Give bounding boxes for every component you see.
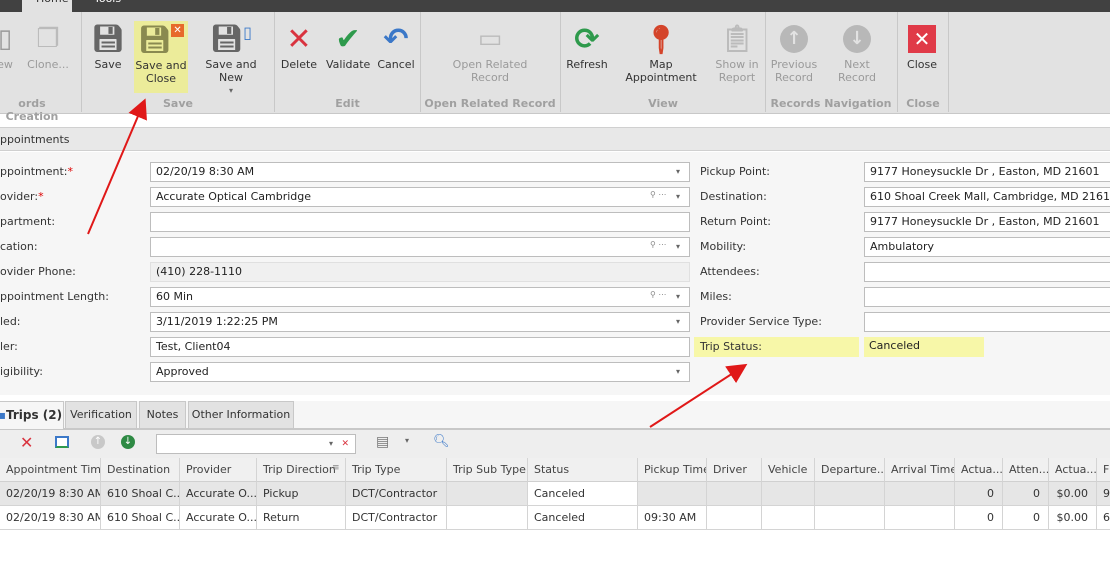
annotation-arrow — [649, 363, 748, 428]
annotation-arrow — [87, 98, 147, 235]
annotation-arrows — [87, 98, 748, 428]
